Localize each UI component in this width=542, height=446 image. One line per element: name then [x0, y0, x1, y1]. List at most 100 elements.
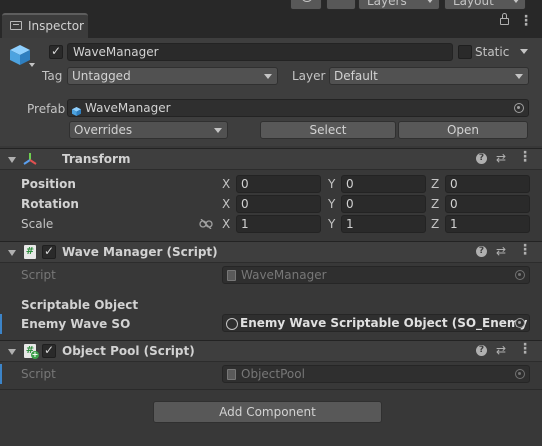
- scale-y-field[interactable]: 1: [341, 215, 426, 233]
- add-component-button[interactable]: Add Component: [153, 401, 382, 423]
- scale-z-field[interactable]: 1: [445, 215, 530, 233]
- axis-y-label: Y: [328, 197, 336, 211]
- tag-label: Tag: [42, 69, 63, 83]
- foldout-arrow-icon[interactable]: [8, 349, 16, 355]
- position-label: Position: [21, 177, 76, 191]
- object-pool-script-value: ObjectPool: [241, 367, 305, 381]
- axis-z-label: Z: [431, 177, 440, 191]
- add-badge-icon: +: [31, 350, 39, 359]
- lock-icon[interactable]: [500, 13, 509, 25]
- axis-y-label: Y: [328, 217, 336, 231]
- position-x-field[interactable]: 0: [236, 175, 321, 193]
- script-label: Script: [21, 367, 56, 381]
- more-icon[interactable]: ⋮: [518, 341, 532, 357]
- transform-icon: [22, 151, 38, 167]
- override-indicator: [0, 314, 2, 334]
- layers-dropdown[interactable]: Layers: [358, 0, 440, 10]
- script-icon: #: [24, 245, 36, 259]
- open-button[interactable]: Open: [398, 121, 528, 139]
- override-indicator: [0, 364, 2, 384]
- overrides-label: Overrides: [74, 123, 133, 137]
- rotation-z-field[interactable]: 0: [445, 195, 530, 213]
- object-picker-icon: [515, 270, 525, 280]
- position-z-field[interactable]: 0: [445, 175, 530, 193]
- prefab-value: WaveManager: [85, 101, 171, 115]
- tab-inspector[interactable]: Inspector: [2, 13, 88, 38]
- help-icon[interactable]: ?: [476, 246, 487, 257]
- script-file-icon: [227, 270, 236, 281]
- active-checkbox[interactable]: [49, 44, 63, 59]
- chevron-down-icon[interactable]: [29, 63, 35, 67]
- foldout-arrow-icon[interactable]: [8, 250, 16, 256]
- section-header: Scriptable Object: [21, 298, 139, 312]
- help-icon[interactable]: ?: [476, 345, 487, 356]
- axis-z-label: Z: [431, 197, 440, 211]
- object-pool-script-field: ObjectPool: [222, 365, 530, 383]
- constrain-proportions-icon[interactable]: [199, 218, 213, 230]
- preset-icon[interactable]: ⇄: [496, 151, 506, 165]
- layer-value: Default: [334, 69, 378, 83]
- chevron-down-icon: [426, 0, 434, 3]
- cube-icon[interactable]: [9, 44, 31, 66]
- prefab-label: Prefab: [27, 102, 66, 116]
- rotation-y-field[interactable]: 0: [341, 195, 426, 213]
- preset-icon[interactable]: ⇄: [496, 343, 506, 357]
- chevron-down-icon: [264, 74, 272, 79]
- axis-x-label: X: [222, 197, 231, 211]
- wave-manager-enabled-checkbox[interactable]: [42, 244, 56, 259]
- script-file-icon: [227, 369, 236, 380]
- preset-icon[interactable]: ⇄: [496, 244, 506, 258]
- scriptable-object-icon: [226, 318, 238, 330]
- tag-value: Untagged: [72, 69, 131, 83]
- history-button[interactable]: [290, 0, 322, 10]
- tag-dropdown[interactable]: Untagged: [67, 67, 278, 85]
- layout-label: Layout: [453, 0, 494, 8]
- enemy-wave-so-value: Enemy Wave Scriptable Object (SO_Enemy W…: [240, 316, 530, 330]
- transform-title: Transform: [62, 152, 131, 166]
- prefab-cube-icon: [72, 104, 81, 116]
- select-button[interactable]: Select: [260, 121, 396, 139]
- wave-manager-title: Wave Manager (Script): [62, 245, 218, 259]
- overrides-dropdown[interactable]: Overrides: [69, 121, 228, 139]
- chevron-down-icon: [512, 0, 520, 3]
- divider: [0, 389, 542, 390]
- prefab-field[interactable]: WaveManager: [67, 99, 529, 117]
- object-picker-icon[interactable]: [514, 103, 524, 113]
- tab-label: Inspector: [28, 19, 84, 33]
- rotation-x-field[interactable]: 0: [236, 195, 321, 213]
- static-label: Static: [475, 45, 510, 59]
- object-pool-enabled-checkbox[interactable]: [42, 343, 56, 358]
- axis-x-label: X: [222, 217, 231, 231]
- position-y-field[interactable]: 0: [341, 175, 426, 193]
- more-icon[interactable]: ⋮: [519, 13, 533, 29]
- layout-dropdown[interactable]: Layout: [444, 0, 526, 10]
- help-icon[interactable]: ?: [476, 153, 487, 164]
- more-icon[interactable]: ⋮: [518, 149, 532, 165]
- search-button[interactable]: [326, 0, 356, 10]
- scale-x-field[interactable]: 1: [236, 215, 321, 233]
- chevron-down-icon: [515, 74, 523, 79]
- layers-label: Layers: [367, 0, 407, 8]
- inspector-icon: [10, 21, 22, 30]
- scale-label: Scale: [21, 217, 54, 231]
- rotation-label: Rotation: [21, 197, 79, 211]
- object-pool-title: Object Pool (Script): [62, 344, 195, 358]
- chevron-down-icon: [214, 128, 222, 133]
- axis-y-label: Y: [328, 177, 336, 191]
- chevron-down-icon[interactable]: [520, 49, 528, 54]
- axis-z-label: Z: [431, 217, 440, 231]
- name-field[interactable]: WaveManager: [67, 43, 453, 61]
- history-icon: [301, 0, 313, 2]
- static-checkbox[interactable]: [458, 45, 472, 59]
- object-picker-icon[interactable]: [515, 318, 525, 328]
- script-value: WaveManager: [241, 268, 327, 282]
- layer-dropdown[interactable]: Default: [329, 67, 529, 85]
- enemy-wave-so-label: Enemy Wave SO: [21, 317, 131, 331]
- layer-label: Layer: [292, 69, 326, 83]
- more-icon[interactable]: ⋮: [518, 242, 532, 258]
- script-label: Script: [21, 268, 56, 282]
- enemy-wave-so-field[interactable]: Enemy Wave Scriptable Object (SO_Enemy W…: [222, 314, 530, 332]
- object-picker-icon: [515, 369, 525, 379]
- axis-x-label: X: [222, 177, 231, 191]
- foldout-arrow-icon[interactable]: [8, 157, 16, 163]
